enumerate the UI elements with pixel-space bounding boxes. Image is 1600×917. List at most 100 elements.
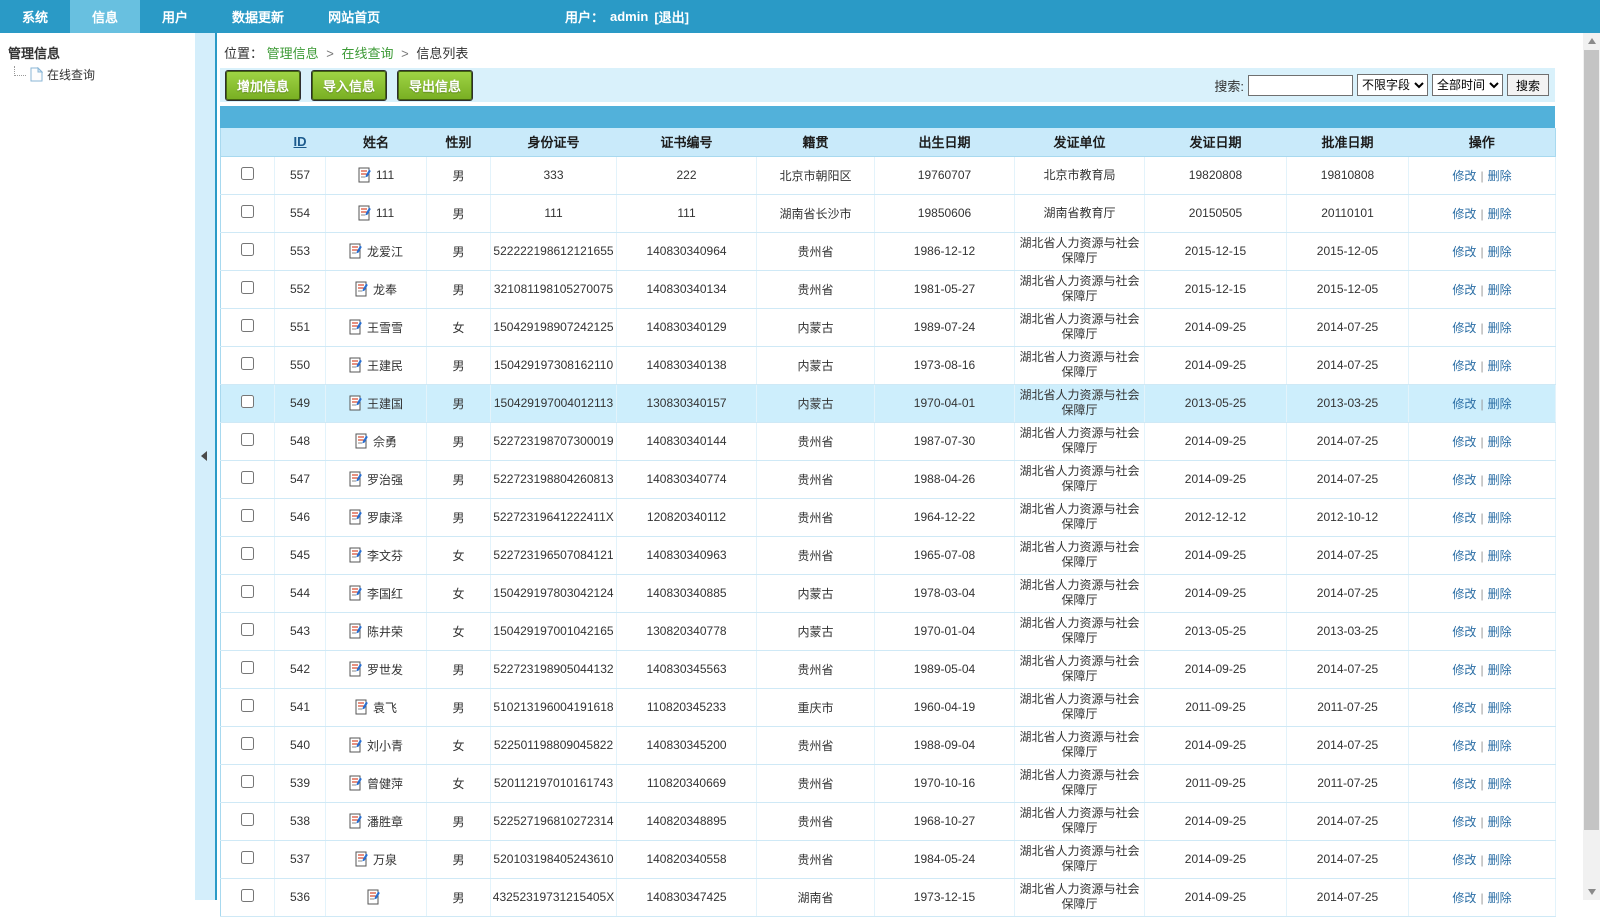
edit-link[interactable]: 修改 <box>1452 283 1476 297</box>
nav-tab-data-update[interactable]: 数据更新 <box>210 0 306 33</box>
scroll-up-icon[interactable] <box>1583 33 1600 49</box>
edit-doc-icon[interactable] <box>358 205 372 221</box>
delete-link[interactable]: 删除 <box>1488 853 1512 867</box>
delete-link[interactable]: 删除 <box>1488 739 1512 753</box>
delete-link[interactable]: 删除 <box>1488 549 1512 563</box>
row-checkbox[interactable] <box>241 851 254 864</box>
edit-link[interactable]: 修改 <box>1452 701 1476 715</box>
edit-doc-icon[interactable] <box>349 585 363 601</box>
edit-doc-icon[interactable] <box>349 775 363 791</box>
delete-link[interactable]: 删除 <box>1488 245 1512 259</box>
edit-link[interactable]: 修改 <box>1452 587 1476 601</box>
row-name[interactable]: 111 <box>376 206 394 220</box>
row-checkbox[interactable] <box>241 243 254 256</box>
edit-doc-icon[interactable] <box>349 547 363 563</box>
add-info-button[interactable]: 增加信息 <box>226 71 300 100</box>
row-name[interactable]: 李国红 <box>367 585 403 602</box>
sidebar-item-online-query[interactable]: 在线查询 <box>0 66 195 83</box>
collapse-arrow-icon[interactable] <box>201 451 207 461</box>
nav-tab-system[interactable]: 系统 <box>0 0 70 33</box>
row-name[interactable]: 李文芬 <box>367 547 403 564</box>
edit-link[interactable]: 修改 <box>1452 777 1476 791</box>
delete-link[interactable]: 删除 <box>1488 283 1512 297</box>
nav-tab-info[interactable]: 信息 <box>70 0 140 33</box>
edit-doc-icon[interactable] <box>358 167 372 183</box>
row-name[interactable]: 万泉 <box>373 851 397 868</box>
id-sort-link[interactable]: ID <box>294 134 307 149</box>
edit-doc-icon[interactable] <box>349 395 363 411</box>
edit-doc-icon[interactable] <box>349 357 363 373</box>
search-input[interactable] <box>1248 75 1353 96</box>
row-checkbox[interactable] <box>241 623 254 636</box>
row-name[interactable]: 刘小青 <box>367 737 403 754</box>
row-name[interactable]: 王雪雪 <box>367 319 403 336</box>
row-name[interactable]: 111 <box>376 168 394 182</box>
row-name[interactable]: 龙爱江 <box>367 243 403 260</box>
row-checkbox[interactable] <box>241 699 254 712</box>
edit-link[interactable]: 修改 <box>1452 245 1476 259</box>
edit-link[interactable]: 修改 <box>1452 321 1476 335</box>
delete-link[interactable]: 删除 <box>1488 701 1512 715</box>
edit-link[interactable]: 修改 <box>1452 359 1476 373</box>
scroll-down-icon[interactable] <box>1583 884 1600 900</box>
delete-link[interactable]: 删除 <box>1488 815 1512 829</box>
row-name[interactable]: 龙奉 <box>373 281 397 298</box>
row-checkbox[interactable] <box>241 813 254 826</box>
row-checkbox[interactable] <box>241 357 254 370</box>
row-checkbox[interactable] <box>241 319 254 332</box>
delete-link[interactable]: 删除 <box>1488 891 1512 905</box>
logout-link[interactable]: [退出] <box>654 7 689 26</box>
delete-link[interactable]: 删除 <box>1488 587 1512 601</box>
row-name[interactable]: 佘勇 <box>373 433 397 450</box>
delete-link[interactable]: 删除 <box>1488 663 1512 677</box>
row-name[interactable]: 曾健萍 <box>367 775 403 792</box>
row-name[interactable]: 袁飞 <box>373 699 397 716</box>
delete-link[interactable]: 删除 <box>1488 625 1512 639</box>
edit-doc-icon[interactable] <box>355 851 369 867</box>
row-checkbox[interactable] <box>241 661 254 674</box>
row-checkbox[interactable] <box>241 509 254 522</box>
sidebar-splitter[interactable] <box>195 33 215 900</box>
row-name[interactable]: 潘胜章 <box>367 813 403 830</box>
edit-link[interactable]: 修改 <box>1452 663 1476 677</box>
edit-link[interactable]: 修改 <box>1452 511 1476 525</box>
time-select[interactable]: 全部时间 <box>1432 74 1503 96</box>
scroll-thumb[interactable] <box>1584 50 1599 830</box>
row-checkbox[interactable] <box>241 547 254 560</box>
row-checkbox[interactable] <box>241 433 254 446</box>
row-name[interactable]: 王建民 <box>367 357 403 374</box>
delete-link[interactable]: 删除 <box>1488 207 1512 221</box>
delete-link[interactable]: 删除 <box>1488 473 1512 487</box>
delete-link[interactable]: 删除 <box>1488 511 1512 525</box>
edit-link[interactable]: 修改 <box>1452 207 1476 221</box>
edit-doc-icon[interactable] <box>349 813 363 829</box>
row-name[interactable]: 王建国 <box>367 395 403 412</box>
search-button[interactable]: 搜索 <box>1507 74 1549 96</box>
edit-link[interactable]: 修改 <box>1452 435 1476 449</box>
delete-link[interactable]: 删除 <box>1488 321 1512 335</box>
field-select[interactable]: 不限字段 <box>1357 74 1428 96</box>
edit-link[interactable]: 修改 <box>1452 739 1476 753</box>
delete-link[interactable]: 删除 <box>1488 435 1512 449</box>
edit-link[interactable]: 修改 <box>1452 169 1476 183</box>
edit-doc-icon[interactable] <box>367 889 381 905</box>
row-name[interactable]: 罗康泽 <box>367 509 403 526</box>
edit-doc-icon[interactable] <box>349 471 363 487</box>
row-checkbox[interactable] <box>241 281 254 294</box>
row-checkbox[interactable] <box>241 395 254 408</box>
row-checkbox[interactable] <box>241 585 254 598</box>
edit-link[interactable]: 修改 <box>1452 815 1476 829</box>
delete-link[interactable]: 删除 <box>1488 359 1512 373</box>
edit-doc-icon[interactable] <box>355 699 369 715</box>
edit-doc-icon[interactable] <box>349 737 363 753</box>
edit-link[interactable]: 修改 <box>1452 853 1476 867</box>
edit-link[interactable]: 修改 <box>1452 473 1476 487</box>
edit-doc-icon[interactable] <box>349 509 363 525</box>
export-info-button[interactable]: 导出信息 <box>398 71 472 100</box>
vertical-scrollbar[interactable] <box>1583 33 1600 900</box>
row-checkbox[interactable] <box>241 167 254 180</box>
breadcrumb-link-manage-info[interactable]: 管理信息 <box>267 46 319 61</box>
import-info-button[interactable]: 导入信息 <box>312 71 386 100</box>
breadcrumb-link-online-query[interactable]: 在线查询 <box>342 46 394 61</box>
row-checkbox[interactable] <box>241 775 254 788</box>
